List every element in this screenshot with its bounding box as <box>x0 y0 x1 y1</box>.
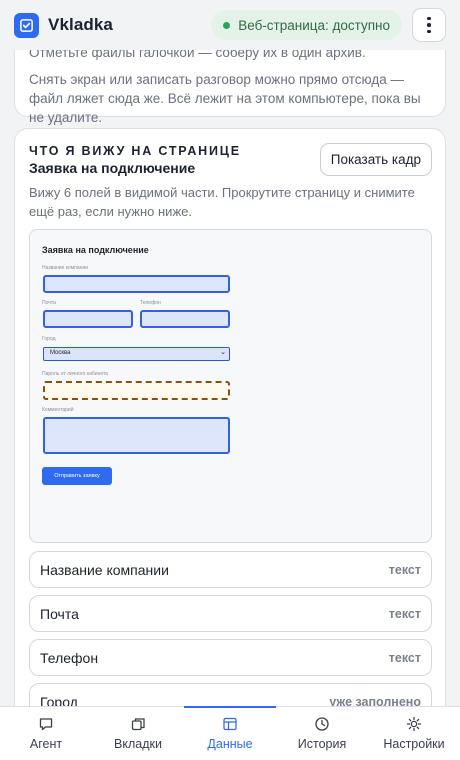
preview-city-label: Город <box>42 336 56 342</box>
scan-hint: Вижу 6 полей в видимой части. Прокрутите… <box>29 185 415 219</box>
status-dot-icon <box>223 21 231 29</box>
files-info-line-2: Снять экран или записать разговор можно … <box>29 72 421 125</box>
preview-phone-input <box>140 310 230 328</box>
preview-submit-button: Отправить заявку <box>42 467 112 485</box>
nav-label: Данные <box>207 737 253 751</box>
nav-label: История <box>297 737 347 751</box>
app-logo-icon <box>14 12 39 38</box>
show-frame-button[interactable]: Показать кадр <box>319 143 432 176</box>
field-row-phone[interactable]: Телефон текст <box>29 639 432 676</box>
preview-comment-label: Комментарий <box>42 407 74 413</box>
preview-city-select: Москва ⌄ <box>43 347 230 361</box>
field-type: текст <box>388 606 421 621</box>
app-title: Vkladka <box>48 15 113 34</box>
page-snapshot-preview[interactable]: Заявка на подключение Название компании … <box>29 229 432 543</box>
page-status-badge: Веб-страница: доступно <box>211 10 402 40</box>
preview-company-label: Название компании <box>42 265 89 271</box>
section-kicker: ЧТО Я ВИЖУ НА СТРАНИЦЕ <box>29 144 241 158</box>
nav-data[interactable]: Данные <box>184 706 276 760</box>
nav-label: Вкладки <box>114 737 162 751</box>
preview-password-input <box>43 381 230 400</box>
field-type: текст <box>388 650 421 665</box>
page-analysis-card: ЧТО Я ВИЖУ НА СТРАНИЦЕ Заявка на подключ… <box>14 128 446 760</box>
tabs-icon <box>131 718 145 731</box>
field-name: Название компании <box>40 561 169 578</box>
field-name: Почта <box>40 605 79 622</box>
preview-email-input <box>43 310 133 328</box>
nav-agent[interactable]: Агент <box>0 707 92 760</box>
data-icon <box>223 717 237 731</box>
preview-company-input <box>43 275 230 293</box>
more-menu-button[interactable] <box>412 8 446 42</box>
nav-tabs[interactable]: Вкладки <box>92 707 184 760</box>
field-row-company[interactable]: Название компании текст <box>29 551 432 588</box>
page-status-text: Веб-страница: доступно <box>238 17 390 33</box>
preview-city-value: Москва <box>50 350 71 356</box>
more-dots-icon <box>427 16 431 21</box>
chat-icon <box>39 718 53 731</box>
preview-phone-label: Телефон <box>140 300 161 306</box>
preview-form-title: Заявка на подключение <box>42 245 149 255</box>
field-name: Телефон <box>40 649 99 666</box>
app-header: Vkladka Веб-страница: доступно <box>0 0 460 50</box>
clock-icon <box>315 717 329 731</box>
field-type: текст <box>388 562 421 577</box>
page-title: Заявка на подключение <box>29 160 196 176</box>
nav-label: Агент <box>29 737 63 751</box>
preview-comment-textarea <box>43 417 230 454</box>
chevron-down-icon: ⌄ <box>220 349 226 356</box>
nav-history[interactable]: История <box>276 707 368 760</box>
preview-password-label: Пароль от личного кабинета <box>42 371 108 377</box>
preview-email-label: Почта <box>42 300 56 306</box>
field-row-email[interactable]: Почта текст <box>29 595 432 632</box>
nav-settings[interactable]: Настройки <box>368 707 460 760</box>
bottom-nav: Агент Вкладки Данные История Настройки <box>0 706 460 760</box>
sun-gear-icon <box>406 716 422 732</box>
nav-label: Настройки <box>383 737 445 751</box>
